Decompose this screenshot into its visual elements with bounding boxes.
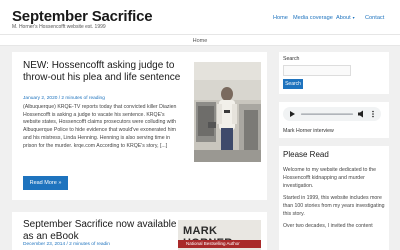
post-reading-time: 2 minutes of reading — [61, 96, 105, 101]
audio-player[interactable] — [283, 107, 381, 121]
please-read-paragraph: Welcome to my website dedicated to the H… — [283, 167, 377, 189]
nav-item-media-coverage[interactable]: Media coverage — [293, 15, 333, 21]
site-title[interactable]: September Sacrifice — [12, 8, 153, 25]
breadcrumb-bar: Home — [0, 34, 400, 46]
post-meta: December 23, 2014 / 2 minutes of readin — [23, 242, 110, 247]
site-tagline: M. Horner's Hossencofft website est. 199… — [12, 24, 106, 30]
audio-controls — [290, 110, 374, 118]
please-read-paragraph: Over two decades, I invited the content — [283, 223, 373, 229]
post-date[interactable]: January 2, 2020 — [23, 96, 57, 101]
please-read-heading: Please Read — [283, 150, 329, 159]
breadcrumb-home[interactable]: Home — [193, 38, 208, 44]
please-read-paragraph: Started in 1999, this website includes m… — [283, 195, 385, 217]
audio-widget: Mark Horner interview — [279, 102, 389, 138]
post-card: NEW: Hossencofft asking judge to throw-o… — [12, 52, 267, 200]
search-input[interactable] — [283, 65, 351, 76]
audio-seek-bar — [301, 113, 353, 115]
post-thumbnail-image — [194, 62, 261, 162]
post-card: September Sacrifice now available as an … — [12, 212, 267, 250]
please-read-widget: Please Read Welcome to my website dedica… — [279, 146, 389, 250]
nav-item-contact[interactable]: Contact — [365, 15, 384, 21]
nav-item-about[interactable]: About ▾ — [336, 15, 355, 21]
play-icon — [290, 111, 295, 117]
post-reading-time: 2 minutes of readin — [69, 242, 110, 247]
post-title[interactable]: NEW: Hossencofft asking judge to throw-o… — [23, 60, 183, 84]
post-date[interactable]: December 23, 2014 — [23, 242, 65, 247]
search-button[interactable]: Search — [283, 79, 303, 89]
search-widget: Search Search — [279, 52, 389, 94]
more-options-icon — [372, 110, 374, 113]
site-header: September Sacrifice M. Horner's Hossenco… — [0, 0, 400, 34]
thumbnail-banner-text: National Bestselling Author — [186, 241, 240, 246]
volume-icon — [358, 110, 363, 118]
nav-item-about-label: About — [336, 15, 351, 21]
read-more-button[interactable]: Read More » — [23, 176, 68, 190]
post-thumbnail[interactable] — [194, 62, 261, 162]
thumbnail-banner: National Bestselling Author — [178, 240, 261, 248]
post-thumbnail[interactable]: MARK HORNER National Bestselling Author — [178, 220, 261, 250]
post-excerpt: (Albuquerque) KRQE-TV reports today that… — [23, 104, 177, 149]
post-meta: January 2, 2020 / 2 minutes of reading — [23, 96, 105, 101]
nav-item-home[interactable]: Home — [273, 15, 288, 21]
audio-caption: Mark Horner interview — [283, 128, 334, 134]
chevron-down-icon: ▾ — [352, 15, 355, 20]
post-title[interactable]: September Sacrifice now available as an … — [23, 219, 183, 243]
search-label: Search — [283, 56, 300, 62]
breadcrumb: Home — [0, 38, 400, 44]
